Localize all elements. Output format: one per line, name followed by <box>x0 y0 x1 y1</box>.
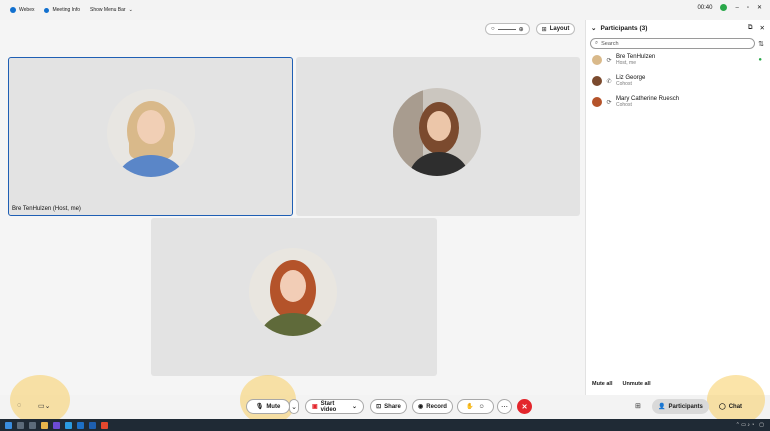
os-taskbar: ⌃ ▭ ♪ ◔ ▢ <box>0 419 770 431</box>
participants-button[interactable]: 👤 Participants <box>652 399 709 414</box>
tile-name-label: Bre TenHulzen (Host, me) <box>12 206 81 212</box>
start-icon[interactable] <box>5 421 12 429</box>
webex-logo-icon <box>10 7 16 13</box>
maximize-icon[interactable]: ▫ <box>747 5 749 11</box>
video-tile-host[interactable]: Bre TenHulzen (Host, me) <box>8 57 293 216</box>
microphone-icon: ● <box>758 57 762 63</box>
apps-icon[interactable]: ⊞ <box>635 402 641 410</box>
layout-icon: ⊞ <box>541 26 547 33</box>
search-input[interactable]: ⌕ Search <box>590 38 755 49</box>
mute-all-button[interactable]: Mute all <box>592 381 612 387</box>
task-view-icon[interactable] <box>29 421 36 429</box>
show-menu-bar-button[interactable]: Show Menu Bar ⌄ <box>90 7 133 13</box>
reactions-group[interactable]: ✋ ☺ <box>457 399 494 414</box>
participant-row[interactable]: ✆ Liz George Cohost <box>586 71 770 91</box>
recording-icon <box>720 4 728 11</box>
sync-icon: ⟳ <box>606 57 612 64</box>
chat-icon: ◯ <box>719 404 726 410</box>
captions-icon[interactable]: ▭⌄ <box>38 402 50 410</box>
popout-icon[interactable]: ⧉ <box>748 24 753 32</box>
layout-button[interactable]: ⊞ Layout <box>535 23 576 35</box>
audio-options-dropdown[interactable]: ⌄ <box>289 399 299 414</box>
title-bar: Webex Meeting Info Show Menu Bar ⌄ 00:40… <box>0 0 770 20</box>
webex-taskbar-icon[interactable] <box>101 421 108 429</box>
meeting-timer: 00:40 <box>697 4 713 11</box>
record-button[interactable]: ◉ Record <box>412 399 453 414</box>
zoom-slider[interactable]: ○ ⊕ <box>485 23 530 35</box>
more-options-button[interactable]: ⋯ <box>497 399 512 414</box>
notification-icon[interactable]: ▢ <box>759 422 764 428</box>
audio-settings-icon[interactable]: ◌ <box>17 402 21 409</box>
chevron-down-icon: ⌄ <box>128 7 133 13</box>
avatar <box>107 89 195 177</box>
close-icon[interactable]: ✕ <box>760 24 765 32</box>
file-explorer-icon[interactable] <box>41 421 48 429</box>
slider-track <box>497 28 516 30</box>
app-icon[interactable] <box>89 421 96 429</box>
avatar <box>592 76 602 86</box>
camera-icon: ▣ <box>312 404 318 410</box>
avatar <box>592 55 602 65</box>
raise-hand-icon[interactable]: ✋ <box>466 403 473 410</box>
minimize-icon[interactable]: – <box>735 5 738 11</box>
outlook-icon[interactable] <box>77 421 84 429</box>
start-video-button[interactable]: ▣ Start video ⌄ <box>305 399 364 414</box>
highlight-halo <box>10 375 70 425</box>
record-icon: ◉ <box>418 404 424 410</box>
participant-row[interactable]: ⟳ Mary Catherine Ruesch Cohost <box>586 92 770 112</box>
app-name[interactable]: Webex <box>10 7 34 13</box>
zoom-out-icon: ○ <box>491 26 495 32</box>
meeting-info-button[interactable]: Meeting Info <box>44 7 80 13</box>
info-icon <box>44 7 50 13</box>
microphone-icon: 🎙 <box>255 404 264 410</box>
chat-button[interactable]: ◯ Chat <box>713 399 748 414</box>
search-icon: ⌕ <box>595 40 599 46</box>
phone-icon: ✆ <box>606 78 612 85</box>
avatar <box>592 97 602 107</box>
unmute-all-button[interactable]: Unmute all <box>622 381 650 387</box>
end-call-icon: ✕ <box>521 403 528 411</box>
mute-button[interactable]: 🎙 Mute <box>246 399 290 414</box>
participants-icon: 👤 <box>658 404 666 410</box>
panel-title: Participants (3) <box>600 24 648 32</box>
chevron-down-icon: ⌄ <box>351 404 357 410</box>
avatar <box>249 248 337 336</box>
app-icon[interactable] <box>53 421 60 429</box>
video-tile-participant[interactable] <box>296 57 580 216</box>
browser-icon[interactable] <box>65 421 72 429</box>
video-tile-participant[interactable] <box>151 218 437 376</box>
tray-icons[interactable]: ⌃ ▭ ♪ ◔ <box>736 422 755 428</box>
video-stage: ○ ⊕ ⊞ Layout Bre TenHulzen (Host, me) <box>0 20 585 395</box>
search-icon[interactable] <box>17 421 24 429</box>
control-bar: ◌ ▭⌄ 🎙 Mute ⌄ ▣ Start video ⌄ ⊡ Share ◉ … <box>0 375 770 425</box>
reactions-icon[interactable]: ☺ <box>479 404 485 410</box>
zoom-in-icon: ⊕ <box>518 26 524 33</box>
end-call-button[interactable]: ✕ <box>517 399 532 414</box>
share-button[interactable]: ⊡ Share <box>370 399 407 414</box>
more-icon: ⋯ <box>501 403 508 411</box>
close-icon[interactable]: ✕ <box>757 4 762 11</box>
chevron-down-icon[interactable]: ⌄ <box>591 24 596 32</box>
share-icon: ⊡ <box>376 404 382 410</box>
sync-icon: ⟳ <box>606 99 612 106</box>
chevron-down-icon: ⌄ <box>291 403 297 411</box>
participant-row[interactable]: ⟳ Bre TenHulzen Host, me ● <box>586 50 770 70</box>
avatar <box>393 88 481 176</box>
sort-icon[interactable]: ⇅ <box>758 40 764 48</box>
participants-panel: ⌄ Participants (3) ⧉ ✕ ⌕ Search ⇅ ⟳ Bre … <box>585 20 770 395</box>
